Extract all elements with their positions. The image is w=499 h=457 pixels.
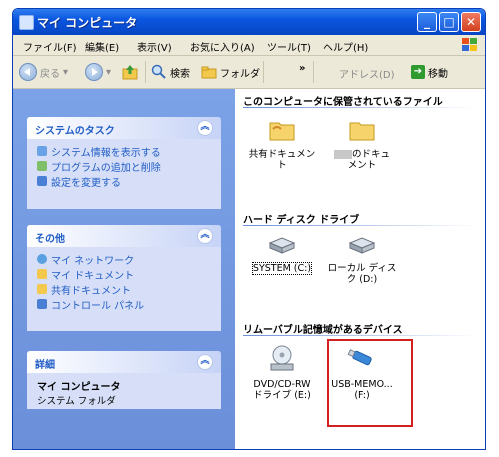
drive-d-item[interactable]: ローカル ディスク (D:)	[327, 235, 397, 285]
control-panel-icon	[37, 299, 47, 309]
up-button[interactable]	[121, 62, 139, 82]
network-icon	[37, 254, 47, 264]
toolbar-overflow-chevron[interactable]: »	[299, 63, 305, 74]
go-button[interactable]: ➔ 移動	[411, 62, 448, 82]
other-places-panel: その他 ︽ マイ ネットワーク マイ ドキュメント 共有ドキュメント コントロー…	[27, 225, 221, 331]
folders-label: フォルダ	[220, 68, 260, 80]
place-shared-documents[interactable]: 共有ドキュメント	[37, 282, 213, 297]
window-title: マイ コンピュータ	[37, 16, 138, 30]
menu-edit[interactable]: 編集(E)	[85, 39, 119, 54]
place-control-panel[interactable]: コントロール パネル	[37, 297, 213, 312]
menu-favorites[interactable]: お気に入り(A)	[190, 39, 255, 54]
search-icon	[151, 64, 166, 79]
forward-arrow-icon	[85, 63, 103, 81]
drive-c-item[interactable]: SYSTEM (C:)	[247, 235, 317, 275]
hard-disk-icon	[348, 237, 376, 254]
documents-folder-icon	[37, 269, 47, 279]
search-button[interactable]: 検索	[151, 62, 190, 82]
toolbar: 戻る ▾ ▾ 検索 フォルダ » アドレス(D) ➔ 移動	[13, 56, 485, 89]
details-title: 詳細	[35, 360, 55, 371]
my-computer-icon	[19, 15, 34, 30]
place-my-network[interactable]: マイ ネットワーク	[37, 252, 213, 267]
dvd-drive-icon	[270, 345, 294, 371]
details-name: マイ コンピュータ	[37, 382, 121, 393]
shared-folder-icon	[37, 284, 47, 294]
collapse-chevron-icon[interactable]: ︽	[197, 228, 213, 244]
folder-up-icon	[122, 65, 138, 80]
system-tasks-header[interactable]: システムのタスク ︽	[27, 117, 221, 139]
folder-icon	[349, 122, 375, 141]
add-remove-programs-icon	[37, 161, 47, 171]
shared-folder-icon	[269, 122, 295, 141]
details-panel: 詳細 ︽ マイ コンピュータ システム フォルダ	[27, 351, 221, 409]
group-header-files: このコンピュータに保管されているファイル	[243, 97, 443, 108]
place-my-documents[interactable]: マイ ドキュメント	[37, 267, 213, 282]
back-button[interactable]: 戻る ▾	[19, 62, 68, 82]
redacted-username	[333, 150, 352, 159]
task-view-system-info[interactable]: システム情報を表示する	[37, 144, 213, 159]
content-area: このコンピュータに保管されているファイル 共有ドキュメント のドキュ メント ハー…	[235, 89, 485, 449]
menu-help[interactable]: ヘルプ(H)	[323, 39, 368, 54]
system-info-icon	[37, 146, 47, 156]
back-arrow-icon	[19, 63, 37, 81]
details-header[interactable]: 詳細 ︽	[27, 351, 221, 373]
title-bar[interactable]: マイ コンピュータ _ □ ✕	[13, 9, 485, 35]
close-button[interactable]: ✕	[461, 12, 481, 32]
other-places-header[interactable]: その他 ︽	[27, 225, 221, 247]
other-places-title: その他	[35, 234, 65, 245]
back-dropdown-icon[interactable]: ▾	[63, 67, 68, 78]
task-change-settings[interactable]: 設定を変更する	[37, 174, 213, 189]
forward-button[interactable]: ▾	[85, 62, 111, 82]
explorer-window: マイ コンピュータ _ □ ✕ ファイル(F) 編集(E) 表示(V) お気に入…	[12, 8, 486, 450]
windows-logo-icon	[462, 38, 477, 51]
go-arrow-icon: ➔	[411, 65, 425, 79]
collapse-chevron-icon[interactable]: ︽	[197, 120, 213, 136]
task-pane: システムのタスク ︽ システム情報を表示する プログラムの追加と削除 設定を変更…	[13, 89, 235, 449]
highlight-annotation-box	[327, 339, 413, 427]
hard-disk-icon	[268, 237, 296, 254]
collapse-chevron-icon[interactable]: ︽	[197, 354, 213, 370]
back-label: 戻る	[40, 68, 60, 80]
shared-documents-item[interactable]: 共有ドキュメント	[247, 117, 317, 171]
minimize-button[interactable]: _	[417, 12, 437, 32]
group-header-removable: リムーバブル記憶域があるデバイス	[243, 325, 403, 336]
details-type: システム フォルダ	[37, 396, 116, 407]
maximize-button[interactable]: □	[439, 12, 459, 32]
dvd-drive-e-item[interactable]: DVD/CD-RW ドライブ (E:)	[247, 343, 317, 401]
folders-button[interactable]: フォルダ	[201, 62, 260, 82]
group-header-hard-drives: ハード ディスク ドライブ	[243, 215, 360, 226]
folders-icon	[201, 66, 217, 79]
address-label: アドレス(D)	[339, 70, 395, 81]
control-panel-icon	[37, 176, 47, 186]
go-label: 移動	[428, 68, 448, 80]
task-add-remove-programs[interactable]: プログラムの追加と削除	[37, 159, 213, 174]
forward-dropdown-icon[interactable]: ▾	[106, 67, 111, 78]
menu-file[interactable]: ファイル(F)	[23, 39, 77, 54]
system-tasks-title: システムのタスク	[35, 126, 115, 137]
search-label: 検索	[170, 68, 190, 80]
user-documents-item[interactable]: のドキュ メント	[327, 117, 397, 171]
menu-tools[interactable]: ツール(T)	[267, 39, 311, 54]
menu-view[interactable]: 表示(V)	[137, 39, 172, 54]
system-tasks-panel: システムのタスク ︽ システム情報を表示する プログラムの追加と削除 設定を変更…	[27, 117, 221, 209]
menu-bar: ファイル(F) 編集(E) 表示(V) お気に入り(A) ツール(T) ヘルプ(…	[13, 35, 485, 56]
